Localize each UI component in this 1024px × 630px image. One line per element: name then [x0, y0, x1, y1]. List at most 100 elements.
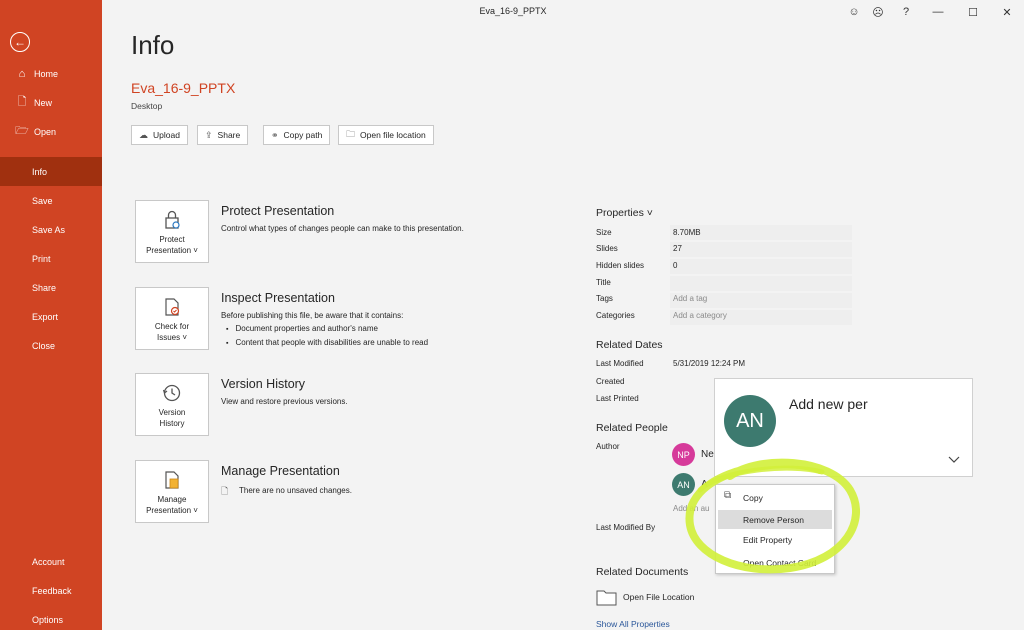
author-name[interactable]: Ne	[701, 449, 714, 460]
tags-input[interactable]: Add a tag	[673, 294, 707, 303]
sidebar-item-close[interactable]: Close	[0, 331, 102, 360]
document-name: Eva_16-9_PPTX	[131, 80, 236, 96]
help-icon[interactable]: ?	[896, 3, 916, 21]
maximize-icon[interactable]: ☐	[963, 3, 983, 21]
related-people-header: Related People	[596, 422, 668, 434]
version-desc: View and restore previous versions.	[221, 397, 348, 406]
categories-input[interactable]: Add a category	[673, 311, 727, 320]
title-bar: Eva_16-9_PPTX ☺ ☹ ? — ☐ ✕	[102, 0, 1024, 24]
menu-item-edit-property[interactable]: Edit Property	[716, 530, 834, 549]
menu-item-remove-person[interactable]: Remove Person	[718, 510, 832, 529]
related-documents-header: Related Documents	[596, 566, 689, 578]
last-modified-by-label: Last Modified By	[596, 523, 656, 532]
last-printed-label: Last Printed	[596, 394, 639, 403]
minimize-icon[interactable]: —	[928, 3, 948, 21]
protect-title: Protect Presentation	[221, 204, 335, 218]
context-menu: ⧉ Copy Remove Person Edit Property Open …	[715, 484, 835, 574]
sidebar-item-open[interactable]: 🗁 Open	[0, 117, 102, 146]
sidebar-item-share[interactable]: Share	[0, 273, 102, 302]
author-name[interactable]: A	[701, 479, 708, 490]
back-arrow-icon[interactable]: ←	[10, 32, 30, 52]
link-icon: ⚭	[271, 129, 279, 140]
version-button-line2: History	[159, 419, 185, 428]
property-label: Hidden slides	[596, 261, 645, 270]
manage-button-line1: Manage	[157, 495, 187, 504]
show-all-properties-link[interactable]: Show All Properties	[596, 619, 670, 629]
sidebar-item-feedback[interactable]: Feedback	[0, 576, 102, 605]
share-button[interactable]: ⇪ Share	[197, 125, 249, 145]
properties-header[interactable]: Properties ˅	[596, 207, 653, 219]
property-label: Title	[596, 278, 611, 287]
open-file-location-button[interactable]: 🗀 Open file location	[338, 125, 434, 145]
close-icon[interactable]: ✕	[997, 3, 1017, 21]
check-button-line2: Issues ˅	[156, 333, 187, 342]
folder-open-icon: 🗁	[15, 125, 29, 137]
sidebar-item-label: Print	[32, 253, 51, 264]
sidebar-item-label: Close	[32, 340, 56, 351]
inspect-document-icon	[165, 298, 180, 316]
sidebar-item-new[interactable]: 🗋 New	[0, 88, 102, 117]
protect-desc: Control what types of changes people can…	[221, 224, 464, 233]
property-value-bg	[670, 276, 852, 291]
add-author-input[interactable]: Add an au	[673, 504, 709, 513]
check-for-issues-button[interactable]: Check for Issues ˅	[135, 287, 209, 350]
sidebar-item-label: Options	[32, 614, 64, 625]
manage-desc: There are no unsaved changes.	[239, 486, 352, 495]
sidebar-item-save-as[interactable]: Save As	[0, 215, 102, 244]
protect-presentation-button[interactable]: Protect Presentation ˅	[135, 200, 209, 263]
folder-icon: 🗀	[346, 129, 356, 139]
property-value: 8.70MB	[673, 228, 701, 237]
version-history-button[interactable]: Version History	[135, 373, 209, 436]
sidebar-item-label: Home	[34, 68, 59, 79]
copy-path-button[interactable]: ⚭ Copy path	[263, 125, 331, 145]
open-file-location-link[interactable]: Open File Location	[596, 588, 694, 606]
manage-title: Manage Presentation	[221, 464, 340, 478]
menu-item-copy[interactable]: Copy	[716, 488, 834, 507]
person-card-name: Add new per	[789, 396, 868, 412]
lock-icon	[165, 210, 180, 229]
sidebar-item-export[interactable]: Export	[0, 302, 102, 331]
new-document-icon: 🗋	[17, 96, 27, 108]
sidebar-item-home[interactable]: ⌂ Home	[0, 59, 102, 88]
home-icon: ⌂	[18, 67, 26, 80]
sidebar-item-account[interactable]: Account	[0, 547, 102, 576]
sidebar-item-info[interactable]: Info	[0, 157, 102, 186]
open-file-location-text: Open File Location	[623, 592, 695, 602]
frown-feedback-icon[interactable]: ☹	[868, 3, 888, 21]
person-card-avatar: AN	[724, 395, 776, 447]
sidebar-item-label: Export	[32, 311, 59, 322]
sidebar-item-save[interactable]: Save	[0, 186, 102, 215]
sidebar-item-label: Account	[32, 556, 65, 567]
inspect-desc: Before publishing this file, be aware th…	[221, 311, 404, 320]
sidebar-item-label: New	[34, 97, 53, 108]
sidebar-item-label: Save	[32, 195, 53, 206]
property-label: Slides	[596, 244, 618, 253]
related-dates-header: Related Dates	[596, 339, 663, 351]
author-avatar[interactable]: AN	[672, 473, 695, 496]
manage-presentation-button[interactable]: Manage Presentation ˅	[135, 460, 209, 523]
smile-feedback-icon[interactable]: ☺	[844, 3, 864, 21]
version-title: Version History	[221, 377, 306, 391]
property-value-bg	[670, 259, 852, 274]
folder-icon	[596, 590, 617, 606]
sidebar-item-options[interactable]: Options	[0, 605, 102, 630]
chevron-down-icon[interactable]	[948, 456, 960, 464]
author-label: Author	[596, 442, 620, 451]
property-value: 0	[673, 261, 678, 270]
inspect-bullet: Content that people with disabilities ar…	[226, 338, 428, 347]
upload-label: Upload	[153, 130, 180, 140]
menu-item-open-contact-card[interactable]: Open Contact Card	[716, 553, 834, 572]
inspect-title: Inspect Presentation	[221, 291, 335, 305]
property-value: 27	[673, 244, 682, 253]
author-avatar[interactable]: NP	[672, 443, 695, 466]
upload-button[interactable]: ☁ Upload	[131, 125, 188, 145]
window-title: Eva_16-9_PPTX	[479, 6, 547, 16]
history-clock-icon	[162, 384, 181, 402]
open-file-location-label: Open file location	[360, 130, 426, 140]
document-status-icon: 🗋	[221, 486, 229, 496]
sidebar-item-label: Feedback	[32, 585, 72, 596]
property-label: Tags	[596, 294, 613, 303]
property-label: Size	[596, 228, 612, 237]
sidebar-item-print[interactable]: Print	[0, 244, 102, 273]
last-modified-value: 5/31/2019 12:24 PM	[673, 359, 746, 368]
